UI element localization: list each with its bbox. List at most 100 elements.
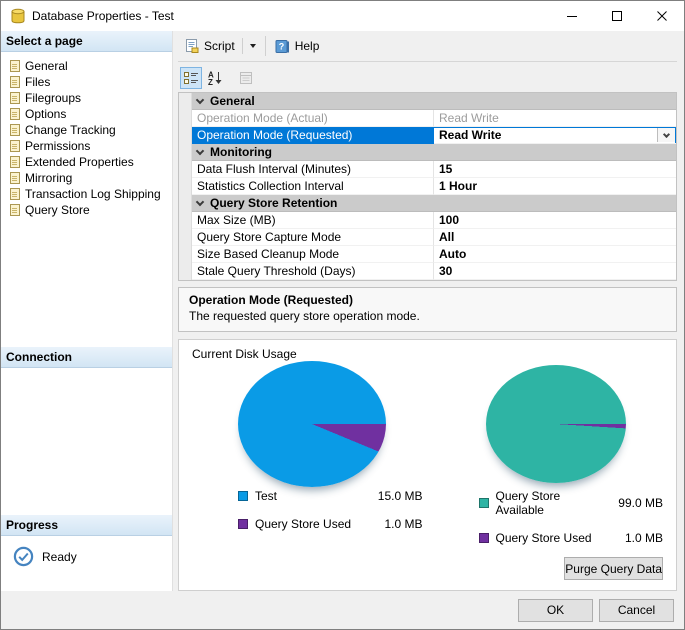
property-pages-icon [238,70,254,86]
description-text: The requested query store operation mode… [189,309,666,323]
script-dropdown-caret-icon[interactable] [250,44,256,48]
select-page-header: Select a page [1,31,172,52]
sidebar-item-filegroups[interactable]: Filegroups [1,90,172,106]
page-icon [10,172,20,184]
legend-item: Test 15.0 MB [238,489,423,503]
collapse-chevron-icon[interactable] [196,146,204,154]
database-disk-usage-pie-chart [238,361,386,487]
legend-swatch-purple [479,533,489,543]
close-button[interactable] [639,2,684,31]
sidebar-item-transaction-log-shipping[interactable]: Transaction Log Shipping [1,186,172,202]
row-margin [179,212,192,229]
minimize-button[interactable] [549,2,594,31]
row-margin [179,229,192,246]
property-label: Operation Mode (Actual) [192,110,434,127]
sidebar-item-label: Mirroring [25,171,72,185]
script-label: Script [204,39,235,53]
legend-swatch-blue [238,491,248,501]
sidebar: Select a page General Files Filegroups O… [1,31,173,591]
sidebar-item-general[interactable]: General [1,58,172,74]
sidebar-item-permissions[interactable]: Permissions [1,138,172,154]
legend-swatch-purple [238,519,248,529]
property-row-operation-mode-requested[interactable]: Operation Mode (Requested) Read Write [179,127,676,144]
property-value[interactable]: 30 [434,263,676,280]
query-store-pie-legend: Query Store Available 99.0 MB Query Stor… [479,489,664,545]
toolbar-separator [265,36,266,56]
property-label: Max Size (MB) [192,212,434,229]
property-label: Stale Query Threshold (Days) [192,263,434,280]
property-row-data-flush-interval[interactable]: Data Flush Interval (Minutes) 15 [179,161,676,178]
collapse-chevron-icon[interactable] [196,197,204,205]
purge-row: Purge Query Data [192,545,663,580]
sidebar-item-change-tracking[interactable]: Change Tracking [1,122,172,138]
property-row-size-based-cleanup-mode[interactable]: Size Based Cleanup Mode Auto [179,246,676,263]
property-value[interactable]: 100 [434,212,676,229]
category-row-general[interactable]: General [179,93,676,110]
sidebar-item-query-store[interactable]: Query Store [1,202,172,218]
svg-text:?: ? [278,41,284,51]
database-icon [10,8,26,24]
page-icon [10,124,20,136]
script-button[interactable]: Script [180,34,261,58]
property-row-max-size[interactable]: Max Size (MB) 100 [179,212,676,229]
chevron-down-icon [663,130,670,137]
legend-item: Query Store Used 1.0 MB [479,531,664,545]
az-sort-icon: A Z [207,70,223,86]
value-text: Read Write [439,128,501,142]
current-disk-usage-group: Current Disk Usage Test 15.0 MB [178,339,677,591]
sidebar-item-extended-properties[interactable]: Extended Properties [1,154,172,170]
sidebar-item-mirroring[interactable]: Mirroring [1,170,172,186]
help-icon: ? [275,39,290,54]
property-row-statistics-collection-interval[interactable]: Statistics Collection Interval 1 Hour [179,178,676,195]
main-panel: Script ? Help [173,31,684,591]
page-icon [10,92,20,104]
page-icon [10,156,20,168]
category-cell: General [192,93,676,110]
property-grid-toolbar: A Z [178,62,677,90]
property-grid: General Operation Mode (Actual) Read Wri… [178,92,677,281]
property-label: Operation Mode (Requested) [192,127,434,144]
description-title: Operation Mode (Requested) [189,293,666,307]
property-label: Data Flush Interval (Minutes) [192,161,434,178]
property-value[interactable]: Auto [434,246,676,263]
page-icon [10,204,20,216]
sidebar-item-files[interactable]: Files [1,74,172,90]
close-icon [657,11,667,21]
script-icon [185,38,199,54]
legend-item: Query Store Used 1.0 MB [238,517,423,531]
purge-query-data-button[interactable]: Purge Query Data [564,557,663,580]
maximize-button[interactable] [594,2,639,31]
property-row-operation-mode-actual[interactable]: Operation Mode (Actual) Read Write [179,110,676,127]
legend-value: 99.0 MB [618,496,663,510]
property-value[interactable]: 15 [434,161,676,178]
sidebar-item-label: Extended Properties [25,155,134,169]
property-label: Query Store Capture Mode [192,229,434,246]
cancel-button[interactable]: Cancel [599,599,674,622]
property-pages-button [235,67,257,89]
value-dropdown-button[interactable] [657,128,675,142]
page-icon [10,60,20,72]
help-button[interactable]: ? Help [270,35,325,58]
property-label: Statistics Collection Interval [192,178,434,195]
property-value[interactable]: All [434,229,676,246]
alphabetical-sort-button[interactable]: A Z [204,67,226,89]
ok-button[interactable]: OK [518,599,593,622]
script-split-divider [242,38,243,54]
sidebar-item-options[interactable]: Options [1,106,172,122]
dialog-body: Select a page General Files Filegroups O… [1,31,684,591]
disk-usage-title: Current Disk Usage [192,347,663,361]
svg-text:Z: Z [208,78,213,86]
categorized-view-button[interactable] [180,67,202,89]
property-value[interactable]: Read Write [434,127,676,144]
footer: OK Cancel [1,591,684,629]
category-row-monitoring[interactable]: Monitoring [179,144,676,161]
title-bar: Database Properties - Test [1,1,684,31]
property-row-query-store-capture-mode[interactable]: Query Store Capture Mode All [179,229,676,246]
collapse-chevron-icon[interactable] [196,95,204,103]
property-row-stale-query-threshold[interactable]: Stale Query Threshold (Days) 30 [179,263,676,280]
category-row-query-store-retention[interactable]: Query Store Retention [179,195,676,212]
categorized-icon [183,70,199,86]
minimize-icon [567,16,577,17]
property-value[interactable]: 1 Hour [434,178,676,195]
legend-value: 1.0 MB [384,517,422,531]
